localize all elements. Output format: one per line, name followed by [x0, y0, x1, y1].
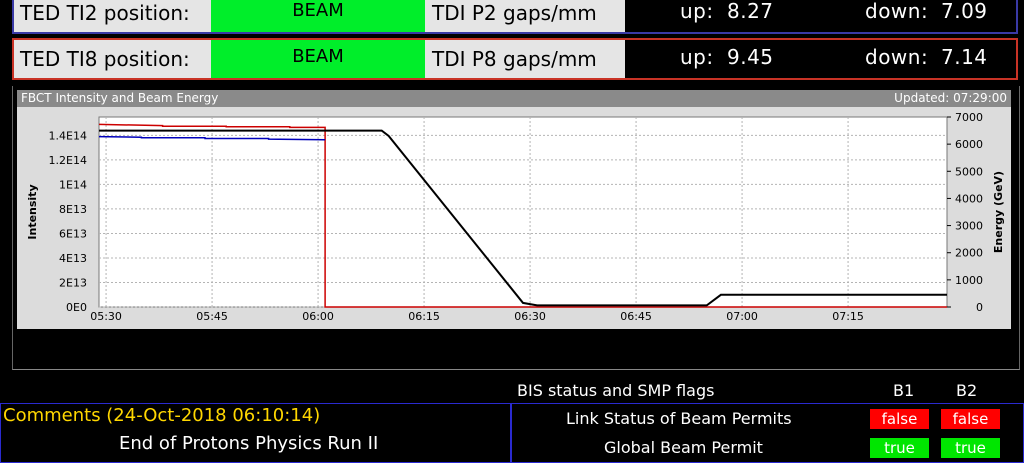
- x-tick-label: 05:45: [196, 310, 228, 323]
- link-status-b1-flag: false: [870, 409, 929, 429]
- x-tick-label: 05:30: [90, 310, 122, 323]
- x-tick-label: 06:30: [514, 310, 546, 323]
- beam-2-column-label: B2: [956, 381, 978, 400]
- y2-tick-label: 0: [976, 301, 983, 314]
- ted-ti8-state: BEAM: [211, 40, 425, 78]
- tdi-p2-up-value: 8.27: [727, 0, 774, 23]
- y2-axis-label: Energy (GeV): [992, 171, 1005, 253]
- y-tick-label: 1.2E14: [49, 154, 87, 167]
- beam-1-column-label: B1: [893, 381, 915, 400]
- y2-tick-label: 3000: [955, 220, 983, 233]
- global-beam-permit-label: Global Beam Permit: [604, 438, 763, 457]
- ted-ti8-row: TED TI8 position: BEAM TDI P8 gaps/mm up…: [12, 38, 1018, 80]
- y2-tick-label: 7000: [955, 111, 983, 124]
- y2-tick-label: 2000: [955, 247, 983, 260]
- y2-tick-label: 1000: [955, 274, 983, 287]
- tdi-p2-gaps-values: up: 8.27 down: 7.09: [625, 0, 1016, 32]
- tdi-p8-up-value: 9.45: [727, 45, 774, 69]
- y-tick-label: 2E13: [59, 276, 87, 289]
- link-status-label: Link Status of Beam Permits: [566, 409, 792, 428]
- y-axis-label: Intensity: [26, 184, 39, 239]
- tdi-p8-up-label: up:: [680, 45, 714, 69]
- y2-tick-label: 4000: [955, 192, 983, 205]
- tdi-p8-down-label: down:: [865, 45, 929, 69]
- x-tick-label: 07:00: [726, 310, 758, 323]
- x-tick-label: 07:15: [832, 310, 864, 323]
- y-tick-label: 6E13: [59, 227, 87, 240]
- comments-panel: Comments (24-Oct-2018 06:10:14) End of P…: [0, 403, 511, 463]
- y2-tick-label: 5000: [955, 165, 983, 178]
- y-tick-label: 8E13: [59, 203, 87, 216]
- plot-area: [98, 116, 948, 308]
- tdi-p2-gaps-label: TDI P2 gaps/mm: [425, 0, 625, 32]
- chart-plot: 0E0 2E13 4E13 6E13 8E13 1E14 1.2E14 1.4E14 0 1000…: [26, 111, 1005, 323]
- ted-ti2-label: TED TI2 position:: [14, 0, 211, 32]
- x-tick-label: 06:45: [620, 310, 652, 323]
- fbct-chart: FBCT Intensity and Beam Energy Updated: …: [17, 90, 1011, 329]
- comments-text: End of Protons Physics Run II: [119, 433, 379, 454]
- bis-status-title: BIS status and SMP flags: [517, 381, 715, 400]
- global-permit-b2-flag: true: [941, 438, 1000, 458]
- tdi-p2-down-label: down:: [865, 0, 929, 23]
- y-tick-label: 4E13: [59, 252, 87, 265]
- tdi-p2-up-label: up:: [680, 0, 714, 23]
- y-tick-label: 1E14: [59, 178, 87, 191]
- y-tick-label: 0E0: [66, 301, 87, 314]
- link-status-b2-flag: false: [941, 409, 1000, 429]
- tdi-p8-gaps-label: TDI P8 gaps/mm: [425, 40, 625, 78]
- y2-tick-label: 6000: [955, 138, 983, 151]
- bis-flags-panel: Link Status of Beam Permits false false …: [511, 403, 1024, 463]
- ted-ti2-state: BEAM: [211, 0, 425, 32]
- global-permit-b1-flag: true: [870, 438, 929, 458]
- comments-title: Comments (24-Oct-2018 06:10:14): [3, 405, 321, 426]
- x-tick-label: 06:15: [408, 310, 440, 323]
- ted-ti8-label: TED TI8 position:: [14, 40, 211, 78]
- tdi-p8-gaps-values: up: 9.45 down: 7.14: [625, 40, 1016, 78]
- chart-panel: FBCT Intensity and Beam Energy Updated: …: [12, 86, 1020, 370]
- y-tick-label: 1.4E14: [49, 129, 87, 142]
- x-tick-label: 06:00: [302, 310, 334, 323]
- tdi-p2-down-value: 7.09: [941, 0, 988, 23]
- ted-ti2-row: TED TI2 position: BEAM TDI P2 gaps/mm up…: [12, 0, 1018, 34]
- tdi-p8-down-value: 7.14: [941, 45, 988, 69]
